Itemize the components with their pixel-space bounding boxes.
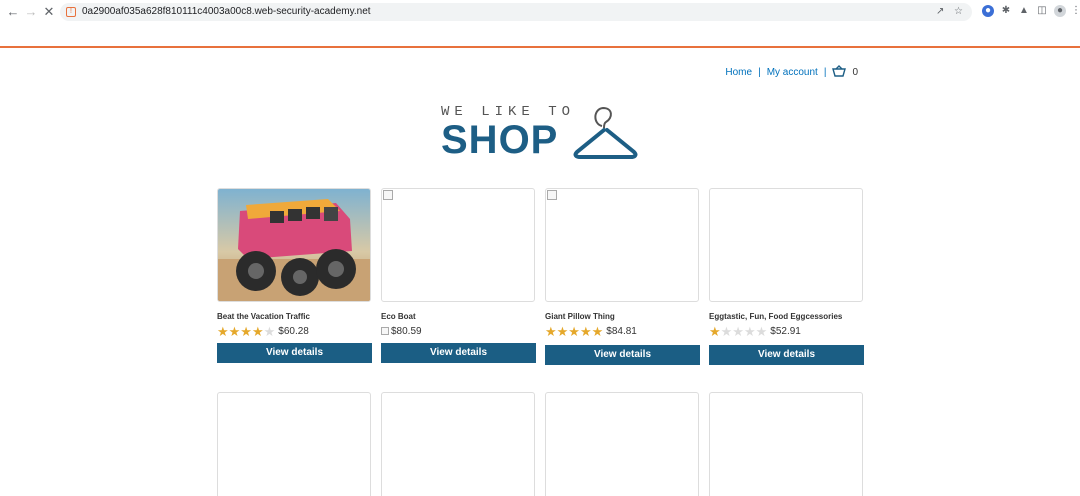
- product-card: [381, 392, 537, 496]
- cart-count: 0: [852, 67, 858, 78]
- product-image[interactable]: [217, 392, 371, 496]
- nav-separator: |: [758, 67, 761, 78]
- browser-toolbar: ← → ✕ ! 0a2900af035a628f810111c4003a00c8…: [0, 0, 1080, 24]
- header-accent-line: [0, 46, 1080, 48]
- star-rating: ★★★★★: [709, 323, 768, 339]
- product-card: [217, 392, 373, 496]
- product-price: $80.59: [391, 325, 422, 337]
- broken-image-icon: [383, 190, 393, 200]
- arrow-left-icon[interactable]: ←: [6, 5, 20, 19]
- product-image[interactable]: [545, 188, 699, 302]
- view-details-button[interactable]: View details: [381, 343, 536, 363]
- view-details-button[interactable]: View details: [545, 345, 700, 365]
- product-card: Giant Pillow Thing ★★★★★ $84.81 View det…: [545, 188, 701, 365]
- address-bar[interactable]: ! 0a2900af035a628f810111c4003a00c8.web-s…: [60, 3, 972, 21]
- home-link[interactable]: Home: [725, 67, 752, 78]
- side-panel-icon[interactable]: ◫: [1036, 5, 1048, 17]
- nav-separator: |: [823, 67, 827, 78]
- product-image[interactable]: [709, 188, 863, 302]
- extension-globe-icon[interactable]: ●: [982, 5, 994, 17]
- product-price: $84.81: [606, 325, 637, 337]
- product-name: Beat the Vacation Traffic: [217, 312, 310, 321]
- shop-logo[interactable]: WE LIKE TO SHOP: [441, 102, 641, 162]
- broken-image-icon: [381, 327, 389, 335]
- bookmark-star-icon[interactable]: ☆: [954, 5, 963, 19]
- logo-title: SHOP: [441, 118, 559, 162]
- menu-kebab-icon[interactable]: ⋮: [1070, 5, 1080, 17]
- product-card: Beat the Vacation Traffic ★★★★★ $60.28 V…: [217, 188, 373, 363]
- close-icon[interactable]: ✕: [42, 5, 56, 19]
- product-card: [709, 392, 865, 496]
- profile-avatar-icon[interactable]: ●: [1054, 5, 1066, 17]
- product-image[interactable]: [217, 188, 371, 302]
- view-details-button[interactable]: View details: [217, 343, 372, 363]
- view-details-button[interactable]: View details: [709, 345, 864, 365]
- top-navigation: Home | My account | 0: [725, 65, 858, 80]
- product-name: Eggtastic, Fun, Food Eggcessories: [709, 312, 843, 321]
- product-image[interactable]: [381, 188, 535, 302]
- product-name: Eco Boat: [381, 312, 416, 321]
- hanger-icon: [573, 106, 638, 159]
- product-image[interactable]: [709, 392, 863, 496]
- share-icon[interactable]: ↗: [936, 5, 944, 19]
- product-price: $60.28: [278, 325, 309, 337]
- product-card: [545, 392, 701, 496]
- product-card: Eco Boat $80.59 View details: [381, 188, 537, 363]
- product-image[interactable]: [381, 392, 535, 496]
- site-info-icon[interactable]: !: [66, 7, 76, 17]
- cart-icon[interactable]: [832, 65, 847, 80]
- my-account-link[interactable]: My account: [767, 67, 818, 78]
- product-price: $52.91: [770, 325, 801, 337]
- url-text[interactable]: 0a2900af035a628f810111c4003a00c8.web-sec…: [82, 5, 371, 19]
- extensions-puzzle-icon[interactable]: ✱: [1000, 5, 1012, 17]
- star-rating: ★★★★★: [545, 323, 604, 339]
- arrow-right-icon[interactable]: →: [24, 5, 38, 19]
- lab-flask-icon[interactable]: ▲: [1018, 5, 1030, 17]
- product-name: Giant Pillow Thing: [545, 312, 615, 321]
- product-card: Eggtastic, Fun, Food Eggcessories ★★★★★ …: [709, 188, 865, 365]
- star-rating: ★★★★★: [217, 323, 276, 339]
- product-image[interactable]: [545, 392, 699, 496]
- broken-image-icon: [547, 190, 557, 200]
